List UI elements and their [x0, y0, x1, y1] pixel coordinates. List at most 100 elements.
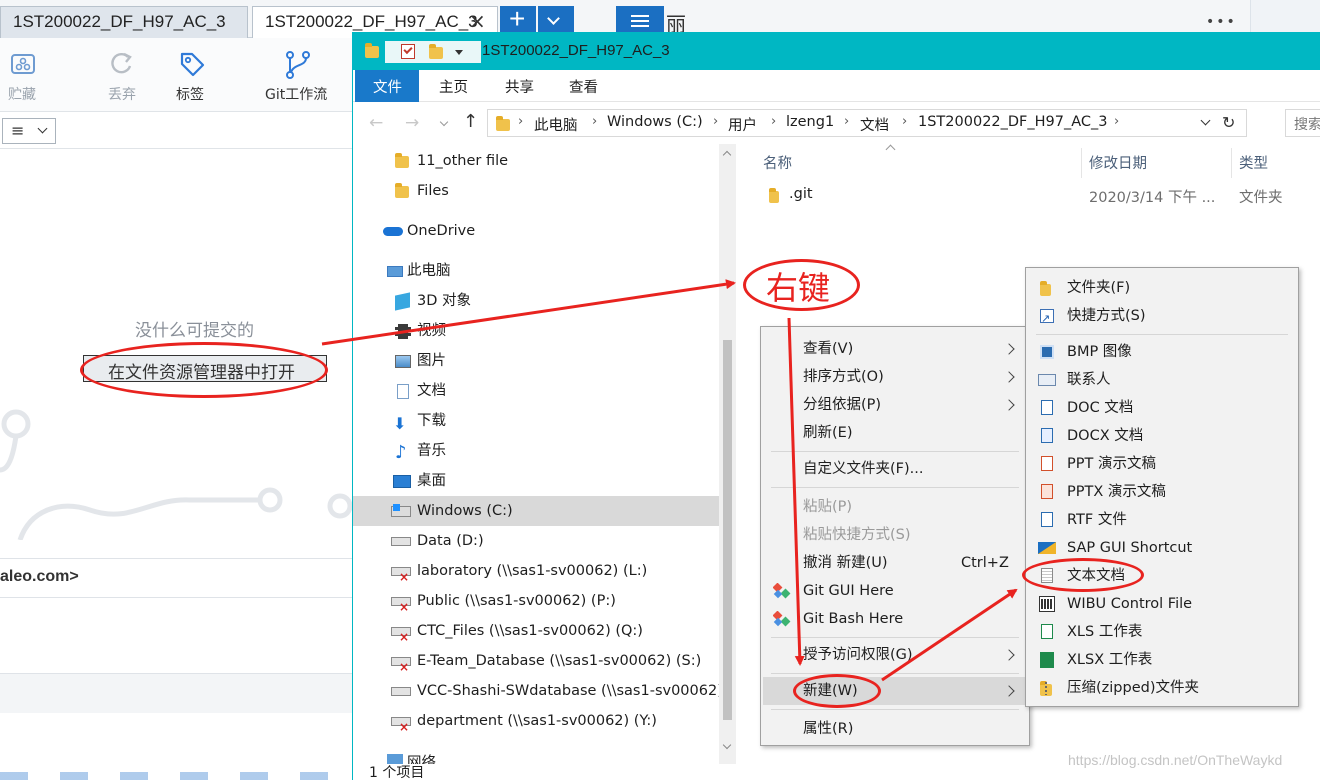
column-divider[interactable] — [1081, 148, 1082, 178]
nav-item[interactable]: 图片 — [353, 346, 719, 376]
tab-home[interactable]: 主页 — [439, 76, 468, 97]
more-options-icon[interactable]: ••• — [1206, 14, 1237, 30]
submenu-item-pptx[interactable]: PPTX 演示文稿 — [1026, 478, 1298, 506]
git-flow-button[interactable]: Git工作流 — [262, 48, 334, 106]
nav-item-selected[interactable]: Windows (C:) — [353, 496, 719, 526]
view-dropdown[interactable]: ≡ — [2, 118, 56, 144]
submenu-item-doc[interactable]: DOC 文档 — [1026, 394, 1298, 422]
submenu-item-rtf[interactable]: RTF 文件 — [1026, 506, 1298, 534]
breadcrumb-item[interactable]: 1ST200022_DF_H97_AC_3 — [918, 114, 1108, 130]
stash-button[interactable]: 贮藏 — [0, 48, 46, 106]
menu-item-grant-access[interactable]: 授予访问权限(G) — [761, 641, 1029, 669]
submenu-item-ppt[interactable]: PPT 演示文稿 — [1026, 450, 1298, 478]
search-box[interactable]: 搜索 — [1285, 109, 1320, 137]
nav-item[interactable]: 视频 — [353, 316, 719, 346]
submenu-item-zip[interactable]: 压缩(zipped)文件夹 — [1026, 674, 1298, 702]
scroll-up-icon[interactable] — [722, 150, 732, 160]
menu-item-properties[interactable]: 属性(R) — [761, 715, 1029, 743]
nav-item[interactable]: × Public (\\sas1-sv00062) (P:) — [353, 586, 719, 616]
chevron-down-icon[interactable] — [1200, 115, 1211, 126]
menu-item-new[interactable]: 新建(W) — [763, 677, 1027, 705]
nav-item[interactable]: 网络 — [353, 742, 719, 764]
up-arrow-icon[interactable]: ↑ — [463, 111, 478, 132]
nav-item[interactable]: × E-Team_Database (\\sas1-sv00062) (S:) — [353, 646, 719, 676]
nav-item-onedrive[interactable]: OneDrive — [353, 216, 719, 246]
back-arrow-icon[interactable]: ← — [369, 113, 383, 133]
menu-item-git-bash[interactable]: Git Bash Here — [761, 605, 1029, 633]
nav-item[interactable]: × laboratory (\\sas1-sv00062) (L:) — [353, 556, 719, 586]
tag-button[interactable]: 标签 — [170, 48, 216, 106]
contact-icon — [1038, 374, 1056, 386]
breadcrumb-item[interactable]: 此电脑 — [534, 114, 578, 135]
menu-label: BMP 图像 — [1067, 344, 1132, 360]
menu-item-refresh[interactable]: 刷新(E) — [761, 419, 1029, 447]
menu-item-view[interactable]: 查看(V) — [761, 335, 1029, 363]
column-header-name[interactable]: 名称 — [763, 152, 792, 173]
submenu-item-shortcut[interactable]: ↗ 快捷方式(S) — [1026, 302, 1298, 330]
nav-item[interactable]: ♪ 音乐 — [353, 436, 719, 466]
word-docx-icon — [1041, 428, 1053, 443]
nav-scrollbar[interactable] — [719, 144, 736, 764]
folder-icon — [1040, 281, 1051, 296]
address-bar[interactable]: › 此电脑 › Windows (C:) › 用户 › lzeng1 › 文档 … — [487, 109, 1247, 137]
nav-item[interactable]: 3D 对象 — [353, 286, 719, 316]
nav-item[interactable]: Files — [353, 176, 719, 206]
watermark: https://blog.csdn.net/OnTheWaykd — [1068, 752, 1283, 768]
column-header-type[interactable]: 类型 — [1239, 152, 1268, 173]
chevron-right-icon — [1003, 399, 1015, 411]
submenu-item-xlsx[interactable]: XLSX 工作表 — [1026, 646, 1298, 674]
nav-item[interactable]: Data (D:) — [353, 526, 719, 556]
submenu-item-text-document[interactable]: 文本文档 — [1026, 562, 1298, 590]
submenu-item-contact[interactable]: 联系人 — [1026, 366, 1298, 394]
git-tab-inactive[interactable]: 1ST200022_DF_H97_AC_3 — [0, 6, 248, 38]
tab-view[interactable]: 查看 — [569, 76, 598, 97]
commit-message-area[interactable] — [0, 598, 352, 673]
nav-label: 3D 对象 — [417, 293, 471, 309]
scroll-down-icon[interactable] — [722, 740, 732, 750]
nav-item[interactable]: ⬇ 下载 — [353, 406, 719, 436]
breadcrumb-item[interactable]: Windows (C:) — [607, 114, 703, 130]
nav-item[interactable]: 桌面 — [353, 466, 719, 496]
tab-file[interactable]: 文件 — [355, 70, 419, 102]
submenu-item-xls[interactable]: XLS 工作表 — [1026, 618, 1298, 646]
new-folder-icon[interactable] — [429, 44, 443, 59]
nav-item-this-pc[interactable]: 此电脑 — [353, 256, 719, 286]
nav-label: Files — [417, 183, 449, 199]
submenu-item-docx[interactable]: DOCX 文档 — [1026, 422, 1298, 450]
discard-button[interactable]: 丢弃 — [100, 48, 146, 106]
nav-label: 音乐 — [417, 443, 446, 459]
nav-item[interactable]: × department (\\sas1-sv00062) (Y:) — [353, 706, 719, 736]
list-icon: ≡ — [11, 121, 25, 140]
menu-item-group[interactable]: 分组依据(P) — [761, 391, 1029, 419]
submenu-item-bmp[interactable]: BMP 图像 — [1026, 338, 1298, 366]
submenu-item-sap[interactable]: SAP GUI Shortcut — [1026, 534, 1298, 562]
menu-item-git-gui[interactable]: Git GUI Here — [761, 577, 1029, 605]
word-doc-icon — [1041, 400, 1053, 415]
menu-label: 粘贴(P) — [803, 499, 853, 515]
breadcrumb-item[interactable]: 文档 — [860, 114, 889, 135]
menu-item-customize[interactable]: 自定义文件夹(F)... — [761, 455, 1029, 483]
nav-item[interactable]: VCC-Shashi-SWdatabase (\\sas1-sv00062) — [353, 676, 719, 706]
recent-locations-icon[interactable] — [439, 117, 449, 127]
discard-icon — [111, 52, 132, 74]
column-header-modified[interactable]: 修改日期 — [1089, 152, 1147, 173]
nav-item[interactable]: × CTC_Files (\\sas1-sv00062) (Q:) — [353, 616, 719, 646]
customize-toolbar-icon[interactable] — [455, 50, 463, 55]
column-divider[interactable] — [1231, 148, 1232, 178]
breadcrumb-item[interactable]: lzeng1 — [786, 114, 834, 130]
refresh-icon[interactable]: ↻ — [1222, 113, 1235, 132]
tab-share[interactable]: 共享 — [505, 76, 534, 97]
close-icon[interactable]: × — [469, 9, 486, 33]
open-in-explorer-button[interactable]: 在文件资源管理器中打开 — [83, 355, 327, 383]
menu-item-sort[interactable]: 排序方式(O) — [761, 363, 1029, 391]
scrollbar-thumb[interactable] — [723, 340, 732, 720]
breadcrumb-item[interactable]: 用户 — [728, 114, 757, 135]
file-row[interactable]: .git 2020/3/14 下午 ... 文件夹 — [737, 182, 1320, 210]
menu-item-undo[interactable]: 撤消 新建(U) Ctrl+Z — [761, 549, 1029, 577]
submenu-item-folder[interactable]: 文件夹(F) — [1026, 274, 1298, 302]
nav-item[interactable]: 11_other file — [353, 146, 719, 176]
submenu-item-wibu[interactable]: WIBU Control File — [1026, 590, 1298, 618]
tag-icon — [180, 52, 205, 77]
nav-item[interactable]: 文档 — [353, 376, 719, 406]
forward-arrow-icon[interactable]: → — [405, 113, 419, 133]
